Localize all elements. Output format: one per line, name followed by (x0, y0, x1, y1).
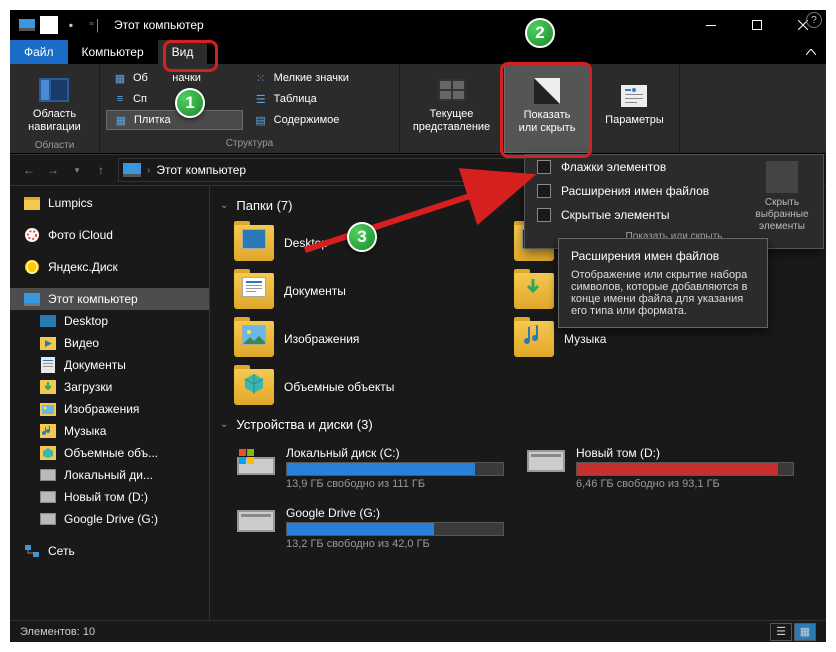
sb-desktop[interactable]: Desktop (10, 310, 209, 332)
help-button[interactable]: ? (806, 12, 822, 28)
tab-view[interactable]: Вид (158, 40, 208, 64)
folder-pictures[interactable]: Изображения (230, 317, 500, 361)
layout-content[interactable]: ▤Содержимое (247, 110, 393, 130)
nav-pane-button[interactable]: Область навигации (22, 68, 87, 140)
maximize-button[interactable] (734, 10, 780, 40)
sb-pictures[interactable]: Изображения (10, 398, 209, 420)
folder-3d-objects[interactable]: Объемные объекты (230, 365, 500, 409)
nav-back[interactable]: ← (18, 163, 40, 177)
layout-details[interactable]: ☰Таблица (247, 89, 393, 109)
folder-desktop[interactable]: Desktop (230, 221, 500, 265)
ribbon-tabs: Файл Компьютер Вид ? (10, 40, 826, 64)
sb-videos[interactable]: Видео (10, 332, 209, 354)
nav-recent[interactable]: ▾ (66, 165, 88, 176)
drive-d[interactable]: Новый том (D:)6,46 ГБ свободно из 93,1 Г… (520, 440, 800, 496)
sb-documents[interactable]: Документы (10, 354, 209, 376)
view-details-icon[interactable]: ☰ (770, 623, 792, 641)
minimize-button[interactable] (688, 10, 734, 40)
show-hide-button[interactable]: Показать или скрыть (513, 69, 582, 141)
tab-computer[interactable]: Компьютер (68, 40, 158, 64)
sb-lumpics[interactable]: Lumpics (10, 192, 209, 214)
view-large-icon[interactable]: ▦ (794, 623, 816, 641)
app-icon (16, 14, 38, 36)
layout-large-icons[interactable]: ▦Об начки (106, 68, 243, 88)
sb-google-drive[interactable]: Google Drive (G:) (10, 508, 209, 530)
qa-2[interactable]: ▪ (60, 14, 82, 36)
sb-network[interactable]: Сеть (10, 540, 209, 562)
hide-selected-button[interactable]: Скрыть выбранные элементы (747, 161, 817, 233)
show-hide-dropdown: Флажки элементов Расширения имен файлов … (524, 154, 824, 249)
layout-small-icons[interactable]: ⁙Мелкие значки (247, 68, 393, 88)
current-view-button[interactable]: Текущее представление (407, 68, 496, 140)
tab-file[interactable]: Файл (10, 40, 68, 64)
sb-local-c[interactable]: Локальный ди... (10, 464, 209, 486)
titlebar: ▪ ⁼│ Этот компьютер (10, 10, 826, 40)
drive-g[interactable]: Google Drive (G:)13,2 ГБ свободно из 42,… (230, 500, 510, 556)
navigation-tree: Lumpics Фото iCloud Яндекс.Диск Этот ком… (10, 186, 210, 620)
sb-downloads[interactable]: Загрузки (10, 376, 209, 398)
options-button[interactable]: Параметры (599, 68, 670, 140)
ribbon: Область навигации Области ▦Об начки ≡Сп … (10, 64, 826, 154)
drives-header[interactable]: ⌄Устройства и диски (3) (210, 409, 826, 440)
status-bar: Элементов: 10 ☰ ▦ (10, 620, 826, 642)
sb-yandex-disk[interactable]: Яндекс.Диск (10, 256, 209, 278)
qa-1[interactable] (40, 16, 58, 34)
nav-forward[interactable]: → (42, 163, 64, 177)
drive-c[interactable]: Локальный диск (C:)13,9 ГБ свободно из 1… (230, 440, 510, 496)
layout-list[interactable]: ≡Сп (106, 89, 243, 109)
sb-icloud-photo[interactable]: Фото iCloud (10, 224, 209, 246)
layout-tiles[interactable]: ▦Плитка (106, 110, 243, 130)
status-item-count: Элементов: 10 (20, 626, 95, 638)
sb-3d-objects[interactable]: Объемные объ... (10, 442, 209, 464)
sb-this-pc[interactable]: Этот компьютер (10, 288, 209, 310)
tooltip: Расширения имен файлов Отображение или с… (558, 238, 768, 328)
sb-music[interactable]: Музыка (10, 420, 209, 442)
explorer-window: ▪ ⁼│ Этот компьютер Файл Компьютер Вид ?… (10, 10, 826, 642)
nav-up[interactable]: ↑ (90, 163, 112, 177)
window-title: Этот компьютер (106, 18, 204, 32)
sb-new-vol-d[interactable]: Новый том (D:) (10, 486, 209, 508)
qa-dropdown[interactable]: ⁼│ (84, 14, 106, 36)
ribbon-collapse[interactable] (796, 40, 826, 64)
folder-documents[interactable]: Документы (230, 269, 500, 313)
